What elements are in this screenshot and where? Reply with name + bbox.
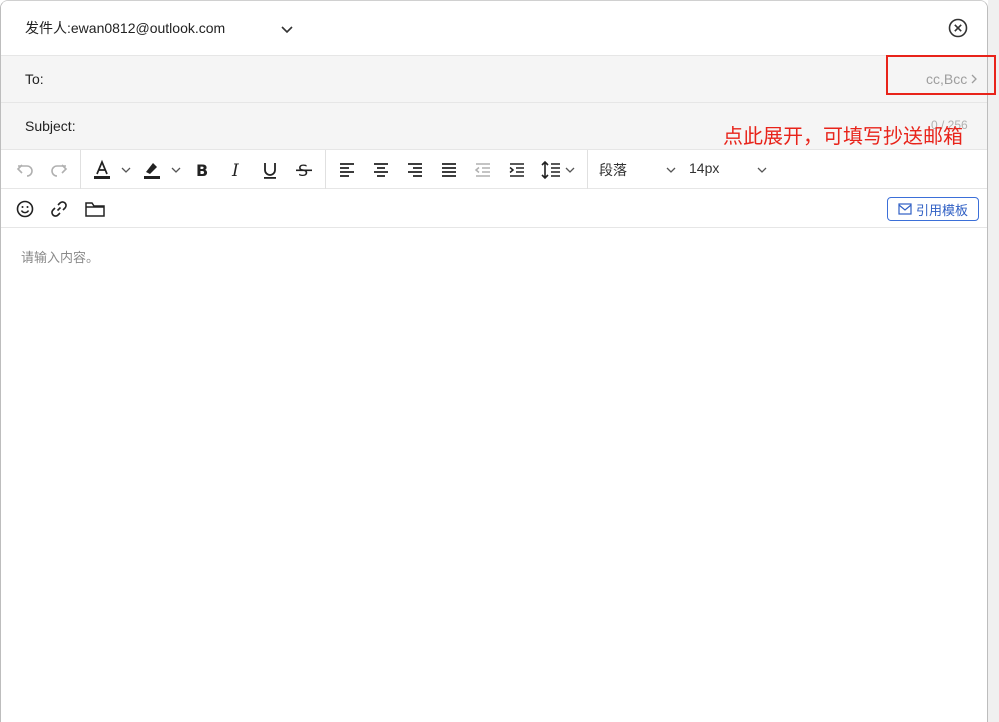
undo-icon[interactable] [14, 159, 36, 181]
font-color-icon[interactable] [90, 159, 114, 181]
font-size-select[interactable]: 14px [689, 160, 719, 176]
italic-icon[interactable]: I [225, 159, 247, 181]
svg-text:I: I [231, 161, 239, 180]
highlight-color-icon[interactable] [140, 159, 164, 181]
folder-icon[interactable] [83, 198, 107, 220]
line-height-icon[interactable] [539, 159, 563, 181]
align-right-icon[interactable] [404, 159, 426, 181]
align-justify-icon[interactable] [438, 159, 460, 181]
toolbar-divider [325, 150, 326, 189]
bold-icon[interactable]: B [191, 159, 213, 181]
insert-template-label: 引用模板 [915, 202, 968, 218]
font-color-dropdown-icon[interactable] [118, 159, 134, 181]
align-center-icon[interactable] [370, 159, 392, 181]
format-toolbar: B I S 段落 14px [1, 150, 987, 189]
to-row[interactable]: To: [1, 56, 987, 103]
highlight-dropdown-icon[interactable] [168, 159, 184, 181]
paragraph-dropdown-icon[interactable] [663, 159, 679, 181]
sender-email[interactable]: ewan0812@outlook.com [71, 20, 225, 36]
annotation-callout: 点此展开，可填写抄送邮箱 [723, 124, 963, 148]
indent-icon[interactable] [506, 159, 528, 181]
to-label: To: [25, 71, 44, 87]
line-height-dropdown-icon[interactable] [563, 159, 577, 181]
outdent-icon[interactable] [472, 159, 494, 181]
sender-row[interactable]: 发件人: ewan0812@outlook.com [1, 1, 987, 56]
underline-icon[interactable] [259, 159, 281, 181]
insert-template-button[interactable]: 引用模板 [887, 197, 979, 221]
link-icon[interactable] [48, 198, 70, 220]
paragraph-select[interactable]: 段落 [599, 160, 627, 180]
redo-icon[interactable] [48, 159, 70, 181]
chevron-down-icon[interactable] [279, 21, 295, 37]
subject-label: Subject: [25, 118, 76, 134]
toolbar-divider [80, 150, 81, 189]
annotation-highlight-box [886, 55, 996, 95]
insert-toolbar [1, 189, 987, 228]
right-gutter [988, 0, 999, 722]
template-icon [898, 203, 912, 215]
message-editor[interactable]: 请输入内容。 [1, 229, 987, 722]
strikethrough-icon[interactable]: S [293, 159, 315, 181]
emoji-icon[interactable] [14, 198, 36, 220]
compose-window: 发件人: ewan0812@outlook.com To: cc,Bcc Sub… [0, 0, 988, 722]
font-size-dropdown-icon[interactable] [754, 159, 770, 181]
align-left-icon[interactable] [336, 159, 358, 181]
toolbar-divider [587, 150, 588, 189]
editor-placeholder: 请输入内容。 [21, 250, 100, 265]
close-icon[interactable] [947, 17, 969, 39]
svg-text:B: B [196, 161, 208, 180]
sender-label: 发件人: [25, 20, 71, 36]
